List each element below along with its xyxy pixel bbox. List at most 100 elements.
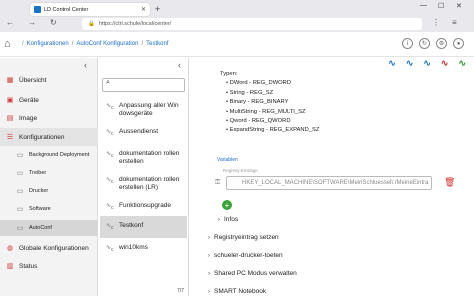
driver-icon: ▭ [16,170,24,177]
list-item[interactable]: ∿c Aussendienst [100,126,187,140]
search-icon: ⌕ [106,79,110,86]
types-title: Typen: [220,71,238,77]
list-item[interactable]: ∿c Anpassung aller Win dowsgeräte [100,100,187,120]
breadcrumb-autoconf[interactable]: AutoConf Konfiguration [76,41,138,47]
variables-label: Variablen [217,157,238,163]
list-item-label: win10kms [119,244,148,251]
chevron-icon: › [208,288,210,295]
sidebar-item-drucker[interactable]: ▭ Drucker [0,184,98,198]
image-icon: ▤ [6,115,14,122]
search-input[interactable]: ⌕ [102,78,185,92]
section-label: Shared PC Modus verwalten [214,270,297,277]
sidebar-item-label: Software [29,206,51,212]
autoconf-item-icon: ∿c [106,103,114,112]
sidebar-item-treiber[interactable]: ▭ Treiber [0,166,98,180]
sidebar-item-label: Status [19,262,38,270]
sidebar-item-label: Treiber [29,170,47,176]
section-schueler-drucker[interactable]: › schueler-drucker-toeten [208,252,283,259]
type-item: DWord - REG_DWORD [226,79,319,88]
maximize-icon[interactable]: ☐ [438,2,444,10]
back-icon[interactable]: ← [6,18,14,27]
forward-icon[interactable]: → [28,18,36,27]
list-item-selected[interactable]: ∿c Testkonf [100,216,187,238]
section-smart-notebook[interactable]: › SMART Notebook [208,288,266,295]
list-item[interactable]: ∿c dokumentation rollen erstellen (LR) [100,174,187,194]
types-info: Typen: DWord - REG_DWORD String - REG_SZ… [220,70,319,136]
section-label: Infos [224,216,239,223]
section-shared-pc[interactable]: › Shared PC Modus verwalten [208,270,297,277]
browser-tab-title: LD Control Center [44,6,89,13]
type-item: Binary - REG_BINARY [226,98,319,107]
sidebar: ‹ ▦ Übersicht ▣ Geräte ▤ Image ☰ Konfigurati… [0,58,98,296]
type-item: Qword - REG_QWORD [226,117,319,126]
sidebar-item-label: Image [19,114,38,122]
list-item[interactable]: ∿c Funktionsupgrade [100,200,187,214]
sidebar-item-geraete[interactable]: ▣ Geräte [0,92,98,108]
chevron-icon: › [218,216,220,223]
section-registryeintrag[interactable]: › Registryeintrag setzen [208,234,279,241]
minimize-icon[interactable]: — [420,2,427,9]
list-item-label: Aussendienst [119,128,159,135]
breadcrumb: / Konfigurationen / AutoConf Konfigurati… [22,41,168,47]
sidebar-item-uebersicht[interactable]: ▦ Übersicht [0,72,98,88]
extensions-icon[interactable]: ⋮ [432,18,440,27]
user-avatar-icon[interactable]: ● [453,38,464,49]
sidebar-item-label: Background Deployment [29,152,90,158]
browser-chrome: LD Control Center ✕ + — ☐ ✕ ← → ↻ 🔒 http… [0,0,474,32]
overview-icon: ▦ [6,77,14,84]
delete-config-icon[interactable]: ∿ [441,58,449,69]
chevron-icon: › [208,270,210,277]
list-item-label: dokumentation rollen erstellen [119,150,180,165]
home-icon[interactable]: ⌂ [4,38,16,50]
autoconf-item-icon: ∿c [106,151,114,160]
reload-icon[interactable]: ↻ [50,18,57,27]
registry-entry-input[interactable]: HKEY_LOCAL_MACHINE\SOFTWARE\MeinSchluess… [226,176,432,190]
sidebar-item-software[interactable]: ▭ Software [0,202,98,216]
sidebar-item-autoconf[interactable]: ▭ AutoConf [0,220,98,236]
breadcrumb-separator: / [22,41,24,47]
main-panel: ∿ ∿ ∿ ∿ ∿ Typen: DWord - REG_DWORD Strin… [190,58,474,296]
sidebar-item-label: Geräte [19,96,39,104]
settings-icon[interactable]: ⚙ [436,38,447,49]
key-icon: ⚿ [215,179,221,186]
infos-section[interactable]: › Infos [218,216,238,223]
sidebar-item-status[interactable]: ▥ Status [0,258,98,274]
sidebar-item-label: Drucker [29,188,49,194]
breadcrumb-konfigurationen[interactable]: Konfigurationen [27,41,69,47]
background-icon: ▭ [16,152,24,159]
list-item[interactable]: ∿c win10kms [100,242,187,256]
export-config-icon[interactable]: ∿ [423,58,431,69]
section-label: schueler-drucker-toeten [214,252,283,259]
edit-config-icon[interactable]: ∿ [388,58,396,69]
list-item[interactable]: ∿c dokumentation rollen erstellen [100,148,187,168]
breadcrumb-separator: / [71,41,74,47]
collapse-sidebar-icon[interactable]: ‹ [84,60,87,70]
info-icon[interactable]: i [402,38,413,49]
add-config-icon[interactable]: ∿ [458,58,466,69]
type-item: String - REG_SZ [226,89,319,98]
menu-icon[interactable]: ≡ [452,18,457,27]
software-icon: ▭ [16,206,24,213]
sidebar-item-image[interactable]: ▤ Image [0,110,98,126]
breadcrumb-testkonf[interactable]: Testkonf [146,41,168,47]
sidebar-item-konfigurationen[interactable]: ☰ Konfigurationen [0,128,98,146]
config-icon: ☰ [6,134,14,141]
chevron-icon: › [208,252,210,259]
autoconf-item-icon: ∿c [106,203,114,212]
registry-label: Registry-Einträge [223,168,258,173]
autoconf-icon: ▭ [16,225,24,232]
browser-tab[interactable]: LD Control Center ✕ [30,3,150,16]
collapse-list-icon[interactable]: ‹ [178,60,181,70]
sidebar-item-label: Globale Konfigurationen [19,244,89,252]
delete-entry-icon[interactable]: 🗑 [444,177,455,188]
copy-config-icon[interactable]: ∿ [406,58,414,69]
sidebar-item-background-deployment[interactable]: ▭ Background Deployment [0,148,98,162]
sidebar-item-globale-konfigurationen[interactable]: ◍ Globale Konfigurationen [0,240,98,256]
chevron-icon: › [208,234,210,241]
url-bar[interactable]: 🔒 https://ctrl.schule/local/center/ [82,18,422,30]
refresh-icon[interactable]: ↻ [419,38,430,49]
window-close-icon[interactable]: ✕ [456,2,462,10]
close-tab-icon[interactable]: ✕ [141,6,146,13]
new-tab-icon[interactable]: + [155,4,160,14]
add-entry-icon[interactable]: + [222,200,232,210]
